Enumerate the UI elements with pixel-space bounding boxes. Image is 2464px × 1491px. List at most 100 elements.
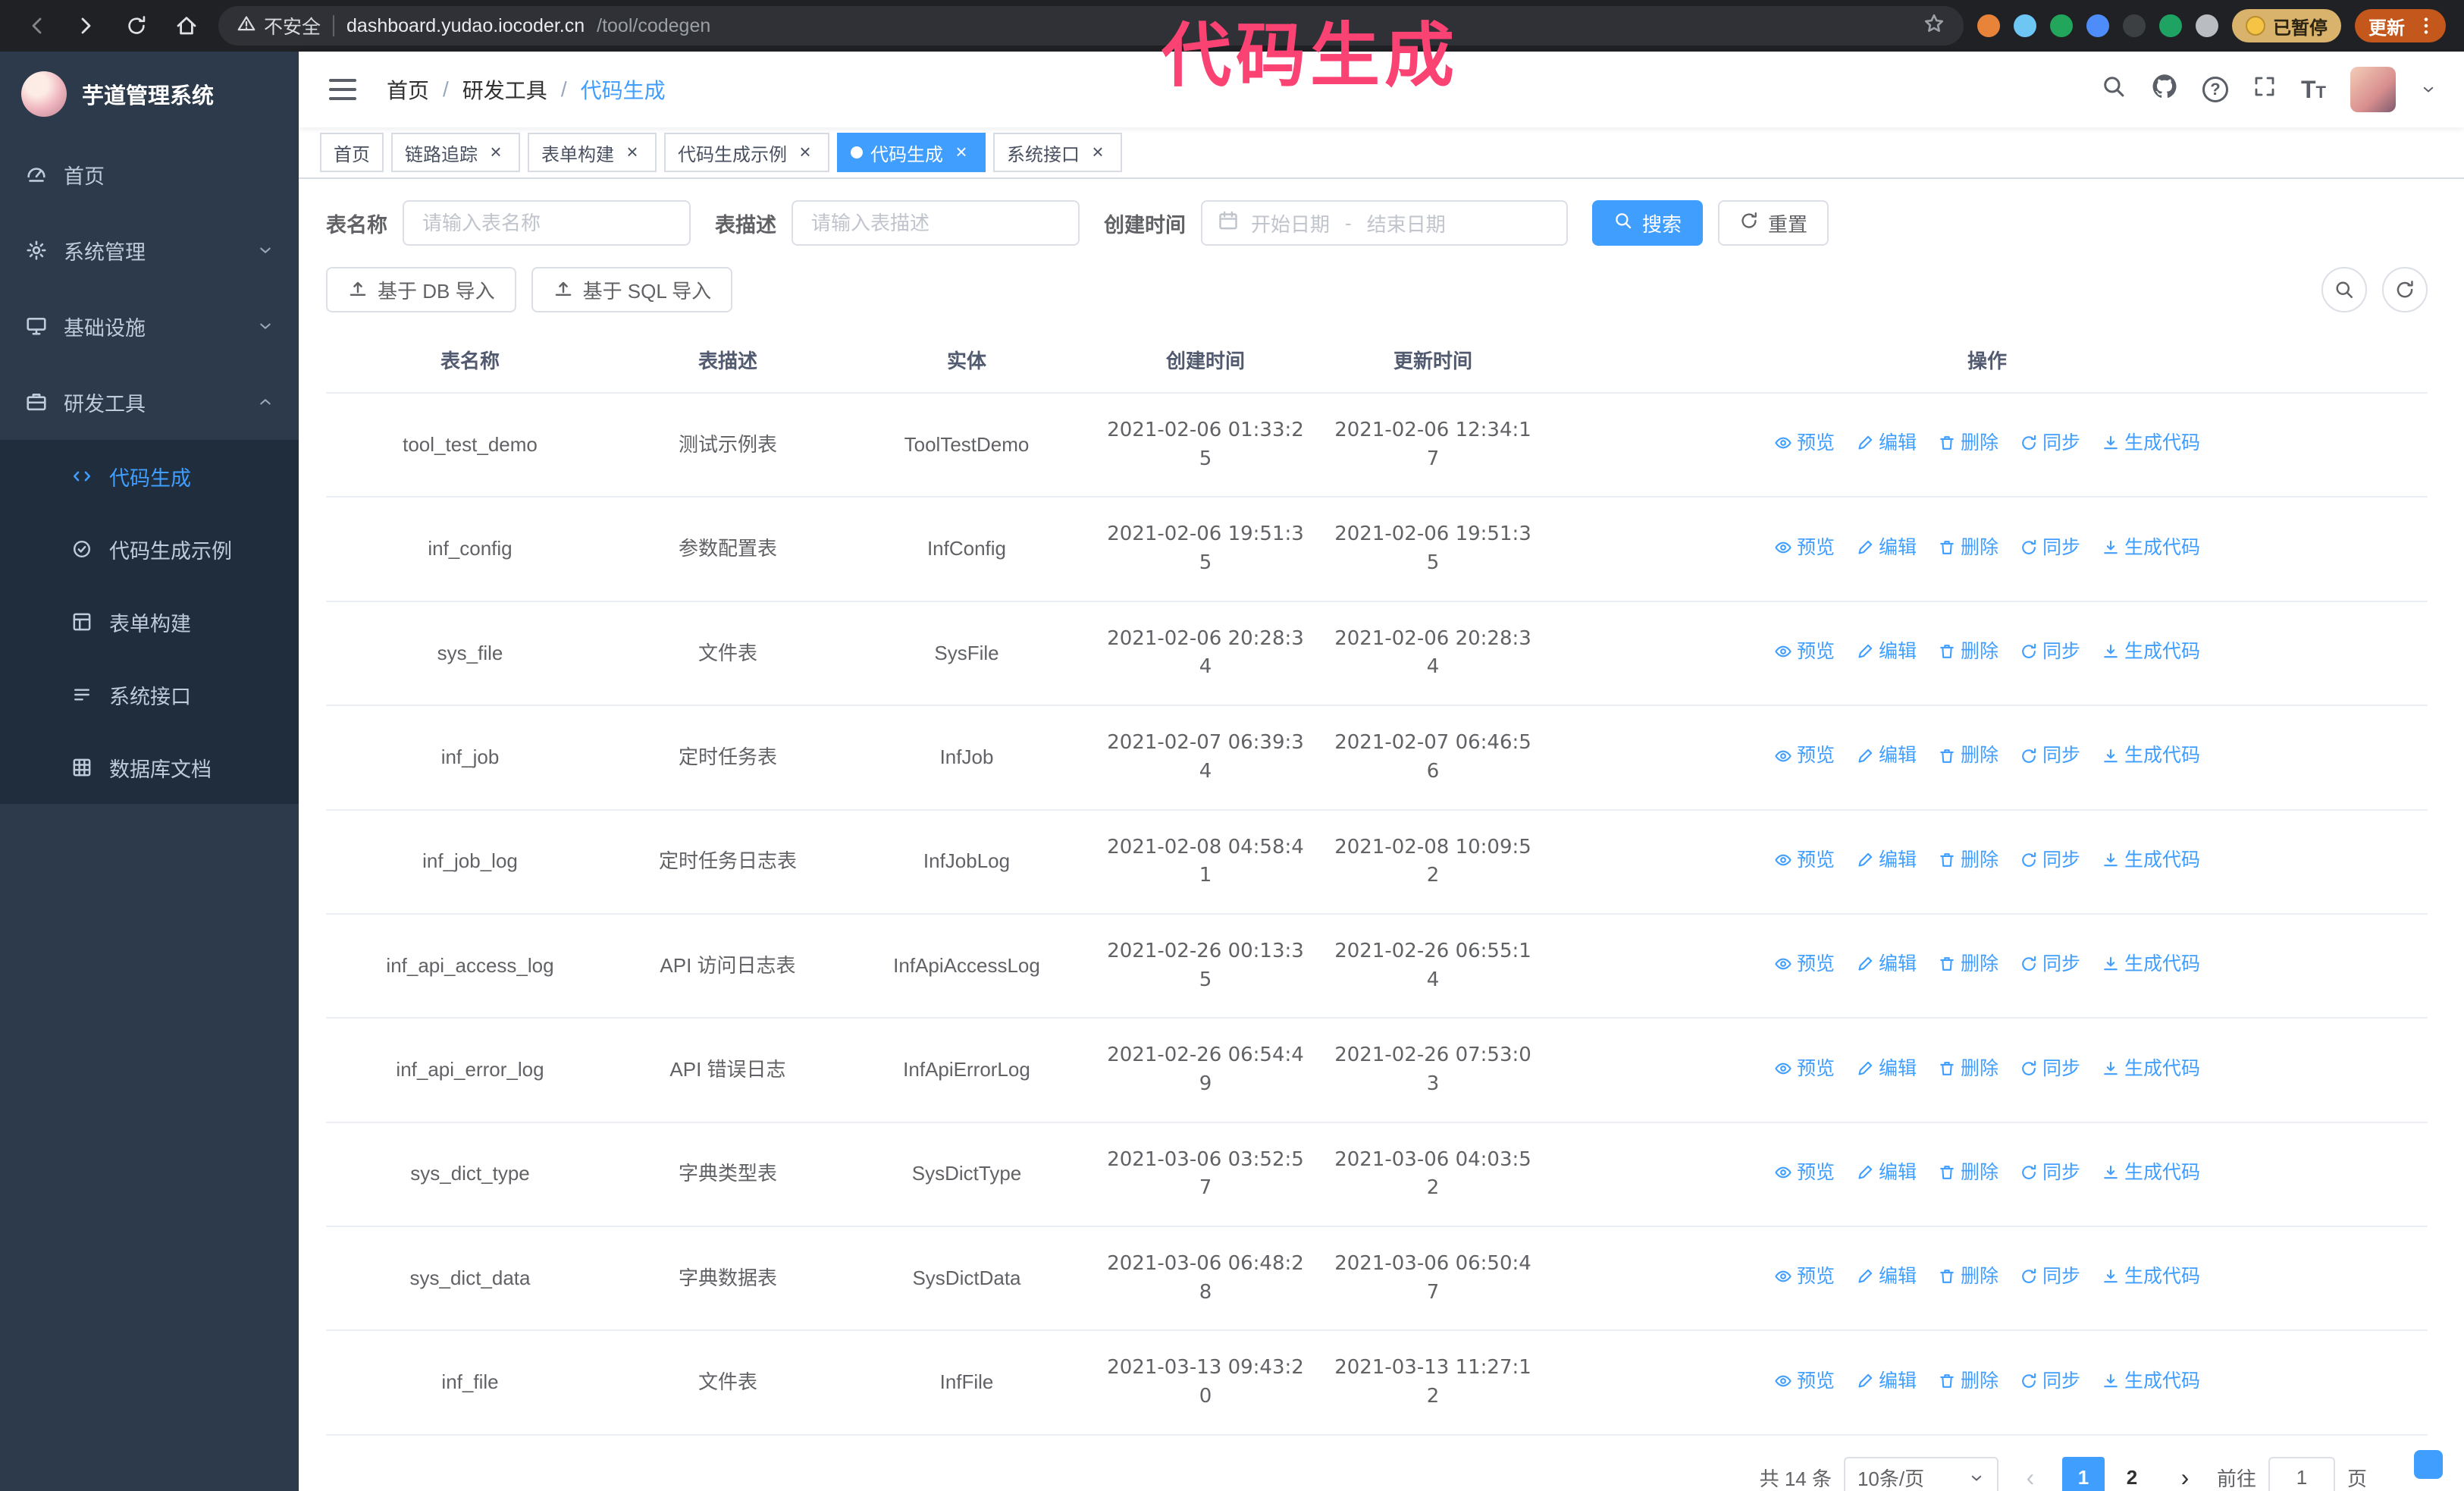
edit-link[interactable]: 编辑: [1856, 742, 1917, 769]
generate-code-link[interactable]: 生成代码: [2102, 1055, 2200, 1082]
extension-icon[interactable]: [2086, 14, 2109, 37]
delete-link[interactable]: 删除: [1938, 1159, 1998, 1186]
delete-link[interactable]: 删除: [1938, 1263, 1998, 1290]
preview-link[interactable]: 预览: [1774, 534, 1835, 561]
reload-icon[interactable]: [118, 8, 155, 44]
home-icon[interactable]: [168, 8, 205, 44]
edit-link[interactable]: 编辑: [1856, 1159, 1917, 1186]
extension-icon[interactable]: [2196, 14, 2218, 37]
tab-form-builder[interactable]: 表单构建 ×: [528, 133, 657, 172]
breadcrumb-item[interactable]: 研发工具: [462, 74, 547, 105]
edit-link[interactable]: 编辑: [1856, 950, 1917, 978]
sidebar-item-home[interactable]: 首页: [0, 137, 299, 212]
back-to-top-button[interactable]: [2414, 1450, 2443, 1479]
sync-link[interactable]: 同步: [2020, 950, 2080, 978]
sync-link[interactable]: 同步: [2020, 846, 2080, 874]
close-icon[interactable]: ×: [795, 142, 816, 163]
tab-system-api[interactable]: 系统接口 ×: [993, 133, 1122, 172]
tab-home[interactable]: 首页: [320, 133, 384, 172]
preview-link[interactable]: 预览: [1774, 950, 1835, 978]
generate-code-link[interactable]: 生成代码: [2102, 1263, 2200, 1290]
edit-link[interactable]: 编辑: [1856, 638, 1917, 665]
table-desc-input[interactable]: [792, 200, 1080, 246]
tab-codegen-demo[interactable]: 代码生成示例 ×: [664, 133, 829, 172]
address-bar[interactable]: 不安全 dashboard.yudao.iocoder.cn /tool/cod…: [218, 6, 1964, 46]
tab-tracing[interactable]: 链路追踪 ×: [391, 133, 520, 172]
generate-code-link[interactable]: 生成代码: [2102, 846, 2200, 874]
edit-link[interactable]: 编辑: [1856, 1055, 1917, 1082]
sync-link[interactable]: 同步: [2020, 1263, 2080, 1290]
breadcrumb-item[interactable]: 首页: [387, 74, 429, 105]
edit-link[interactable]: 编辑: [1856, 1367, 1917, 1395]
delete-link[interactable]: 删除: [1938, 429, 1998, 457]
back-icon[interactable]: [18, 8, 55, 44]
import-sql-button[interactable]: 基于 SQL 导入: [531, 267, 733, 312]
preview-link[interactable]: 预览: [1774, 1263, 1835, 1290]
delete-link[interactable]: 删除: [1938, 950, 1998, 978]
search-icon[interactable]: [2101, 74, 2127, 105]
sync-link[interactable]: 同步: [2020, 742, 2080, 769]
hamburger-icon[interactable]: [326, 73, 359, 106]
delete-link[interactable]: 删除: [1938, 1367, 1998, 1395]
close-icon[interactable]: ×: [1087, 142, 1108, 163]
sidebar-subitem-form-builder[interactable]: 表单构建: [0, 585, 299, 658]
extension-icon[interactable]: [2050, 14, 2073, 37]
user-avatar[interactable]: [2350, 67, 2396, 112]
fullscreen-icon[interactable]: [2252, 74, 2277, 105]
close-icon[interactable]: ×: [622, 142, 643, 163]
chevron-down-icon[interactable]: [2420, 81, 2437, 98]
page-size-select[interactable]: 10条/页: [1843, 1456, 1998, 1491]
font-size-icon[interactable]: TT: [2301, 77, 2326, 102]
extension-icon[interactable]: [2123, 14, 2146, 37]
delete-link[interactable]: 删除: [1938, 846, 1998, 874]
toggle-search-button[interactable]: [2321, 267, 2367, 312]
extension-icon[interactable]: [1977, 14, 2000, 37]
prev-page-button[interactable]: ‹: [2011, 1457, 2050, 1491]
generate-code-link[interactable]: 生成代码: [2102, 1159, 2200, 1186]
security-warning[interactable]: 不安全: [237, 12, 321, 39]
edit-link[interactable]: 编辑: [1856, 846, 1917, 874]
generate-code-link[interactable]: 生成代码: [2102, 534, 2200, 561]
delete-link[interactable]: 删除: [1938, 638, 1998, 665]
page-number-1[interactable]: 1: [2061, 1456, 2105, 1491]
preview-link[interactable]: 预览: [1774, 1367, 1835, 1395]
preview-link[interactable]: 预览: [1774, 638, 1835, 665]
extension-icon[interactable]: [2014, 14, 2036, 37]
generate-code-link[interactable]: 生成代码: [2102, 429, 2200, 457]
sync-link[interactable]: 同步: [2020, 1367, 2080, 1395]
sidebar-subitem-system-api[interactable]: 系统接口: [0, 658, 299, 731]
page-number-2[interactable]: 2: [2111, 1457, 2153, 1491]
forward-icon[interactable]: [68, 8, 105, 44]
preview-link[interactable]: 预览: [1774, 1159, 1835, 1186]
delete-link[interactable]: 删除: [1938, 742, 1998, 769]
delete-link[interactable]: 删除: [1938, 534, 1998, 561]
tab-codegen[interactable]: 代码生成 ×: [837, 133, 986, 172]
sync-link[interactable]: 同步: [2020, 534, 2080, 561]
edit-link[interactable]: 编辑: [1856, 429, 1917, 457]
generate-code-link[interactable]: 生成代码: [2102, 742, 2200, 769]
browser-menu-icon[interactable]: [2412, 12, 2440, 39]
sidebar-subitem-db-doc[interactable]: 数据库文档: [0, 731, 299, 804]
import-db-button[interactable]: 基于 DB 导入: [326, 267, 516, 312]
close-icon[interactable]: ×: [485, 142, 506, 163]
sync-link[interactable]: 同步: [2020, 1055, 2080, 1082]
sync-link[interactable]: 同步: [2020, 1159, 2080, 1186]
extension-icon[interactable]: [2159, 14, 2182, 37]
edit-link[interactable]: 编辑: [1856, 534, 1917, 561]
sidebar-item-devtools[interactable]: 研发工具: [0, 364, 299, 440]
close-icon[interactable]: ×: [951, 142, 972, 163]
refresh-button[interactable]: [2382, 267, 2428, 312]
help-icon[interactable]: ?: [2202, 77, 2228, 102]
generate-code-link[interactable]: 生成代码: [2102, 1367, 2200, 1395]
generate-code-link[interactable]: 生成代码: [2102, 638, 2200, 665]
sync-link[interactable]: 同步: [2020, 638, 2080, 665]
preview-link[interactable]: 预览: [1774, 742, 1835, 769]
github-icon[interactable]: [2151, 73, 2178, 106]
sync-link[interactable]: 同步: [2020, 429, 2080, 457]
bookmark-star-icon[interactable]: [1923, 12, 1945, 40]
sidebar-subitem-codegen-demo[interactable]: 代码生成示例: [0, 513, 299, 585]
delete-link[interactable]: 删除: [1938, 1055, 1998, 1082]
update-button[interactable]: 更新: [2355, 9, 2446, 42]
reset-button[interactable]: 重置: [1718, 200, 1829, 246]
table-name-input[interactable]: [403, 200, 691, 246]
